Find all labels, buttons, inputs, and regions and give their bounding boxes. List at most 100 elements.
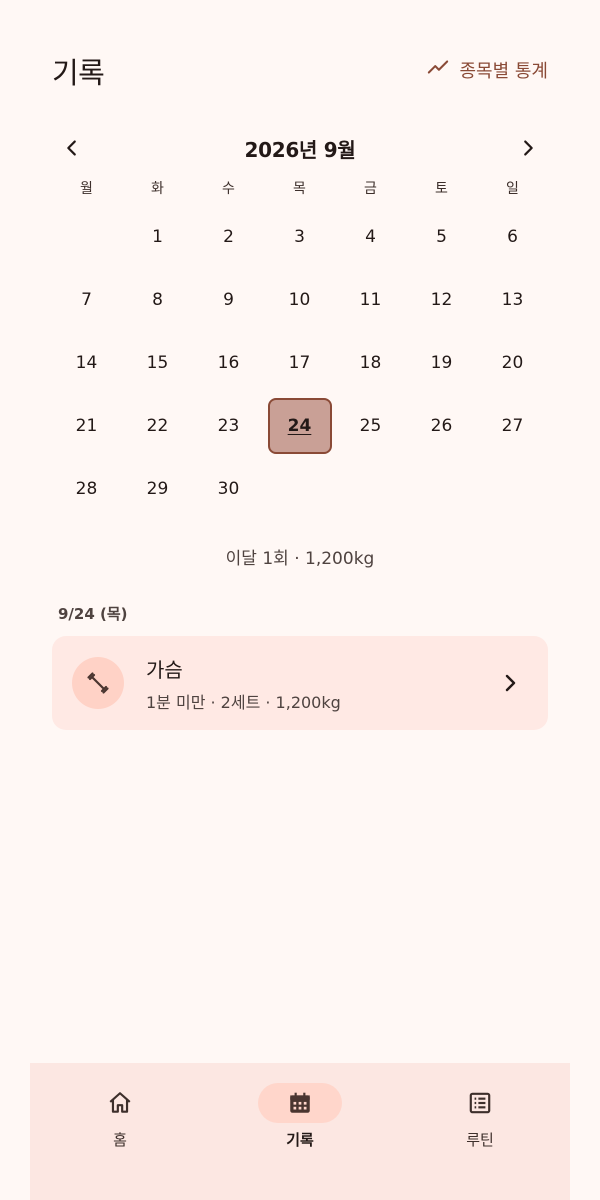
app-header: 기록 종목별 통계	[0, 0, 600, 140]
month-navigation: 2026년 9월	[52, 128, 548, 168]
stats-label: 종목별 통계	[459, 60, 548, 82]
calendar-day-number: 30	[217, 478, 240, 499]
calendar-day[interactable]: 18	[335, 331, 406, 394]
calendar-day[interactable]: 29	[122, 457, 193, 520]
weekday-label: 목	[293, 181, 306, 197]
nav-label-home: 홈	[113, 1131, 127, 1149]
calendar-day[interactable]: 6	[477, 205, 548, 268]
calendar-day[interactable]: 19	[406, 331, 477, 394]
weekday-label: 화	[151, 181, 164, 197]
next-month-button[interactable]	[508, 128, 548, 168]
workout-title: 가슴	[146, 657, 183, 682]
calendar-day-number: 13	[501, 289, 524, 310]
stats-by-exercise-button[interactable]: 종목별 통계	[427, 56, 548, 83]
weekday-label: 일	[506, 181, 519, 197]
weekday-label: 월	[80, 181, 93, 197]
calendar-day-number: 27	[501, 415, 524, 436]
dumbbell-icon	[87, 672, 109, 694]
calendar-grid: 1 2 3 4 5 6 7 8 9 10 11 12 13 14 15 16 17 18 19 20 21 22 23 24 2…	[51, 205, 548, 520]
selected-date-heading: 9/24 (목)	[58, 605, 128, 623]
nav-item-home[interactable]: 홈	[60, 1063, 180, 1200]
nav-item-routine[interactable]: 루틴	[420, 1063, 540, 1200]
calendar-day-number: 15	[146, 352, 169, 373]
calendar-day-number: 17	[288, 352, 311, 373]
calendar-day[interactable]: 13	[477, 268, 548, 331]
calendar-day-number: 26	[430, 415, 453, 436]
calendar-day[interactable]: 23	[193, 394, 264, 457]
calendar-day[interactable]: 3	[264, 205, 335, 268]
calendar-day-number: 28	[75, 478, 98, 499]
calendar-day[interactable]: 14	[51, 331, 122, 394]
calendar-day-number: 19	[430, 352, 453, 373]
page-title: 기록	[52, 56, 105, 90]
calendar-day[interactable]: 30	[193, 457, 264, 520]
calendar-day-number: 14	[75, 352, 98, 373]
calendar-day-number: 1	[152, 226, 163, 247]
calendar-day[interactable]: 9	[193, 268, 264, 331]
calendar-day-number: 23	[217, 415, 240, 436]
nav-icon-container	[438, 1083, 522, 1123]
calendar-day-number: 3	[294, 226, 305, 247]
nav-label-routine: 루틴	[466, 1131, 494, 1149]
calendar-day-number: 16	[217, 352, 240, 373]
calendar-day-number: 4	[365, 226, 376, 247]
calendar-day-number: 5	[436, 226, 447, 247]
calendar-day[interactable]: 17	[264, 331, 335, 394]
calendar-icon	[290, 1092, 310, 1113]
calendar-day[interactable]: 5	[406, 205, 477, 268]
calendar-day[interactable]: 4	[335, 205, 406, 268]
chevron-right-icon	[524, 140, 533, 156]
chevron-left-icon	[67, 140, 76, 156]
calendar-day-number: 11	[359, 289, 382, 310]
calendar-day[interactable]: 27	[477, 394, 548, 457]
calendar-day[interactable]: 22	[122, 394, 193, 457]
weekday-label: 수	[222, 181, 235, 197]
weekday-label: 토	[435, 181, 448, 197]
chevron-right-icon	[505, 674, 516, 692]
nav-label-records: 기록	[286, 1131, 314, 1149]
calendar-day[interactable]: 7	[51, 268, 122, 331]
calendar-day[interactable]: 16	[193, 331, 264, 394]
calendar-day[interactable]: 26	[406, 394, 477, 457]
calendar-day-number: 22	[146, 415, 169, 436]
calendar-day-number: 7	[81, 289, 92, 310]
calendar-day-number: 25	[359, 415, 382, 436]
trending-up-icon	[427, 56, 449, 83]
month-summary: 이달 1회 · 1,200kg	[225, 549, 375, 569]
calendar-day-number: 24	[267, 397, 332, 454]
workout-icon-badge	[72, 657, 124, 709]
workout-subtitle: 1분 미만 · 2세트 · 1,200kg	[146, 692, 341, 712]
calendar-day-selected[interactable]: 24	[264, 394, 335, 457]
calendar-day-number: 12	[430, 289, 453, 310]
calendar-day[interactable]: 21	[51, 394, 122, 457]
calendar-day[interactable]: 11	[335, 268, 406, 331]
weekday-label: 금	[364, 181, 377, 197]
calendar-day-number: 29	[146, 478, 169, 499]
nav-icon-container	[258, 1083, 342, 1123]
calendar-day-number: 18	[359, 352, 382, 373]
calendar-day[interactable]: 28	[51, 457, 122, 520]
weekday-header-row: 월화수목금토일	[51, 178, 548, 198]
calendar-day-number: 20	[501, 352, 524, 373]
calendar-day[interactable]: 20	[477, 331, 548, 394]
calendar-day[interactable]: 12	[406, 268, 477, 331]
month-label: 2026년 9월	[244, 137, 356, 162]
calendar-day[interactable]: 2	[193, 205, 264, 268]
calendar-day[interactable]: 8	[122, 268, 193, 331]
calendar-empty-cell	[51, 205, 122, 268]
nav-icon-container	[78, 1083, 162, 1123]
workout-card[interactable]: 가슴 1분 미만 · 2세트 · 1,200kg	[52, 636, 548, 730]
calendar-day-number: 6	[507, 226, 518, 247]
calendar-day-number: 2	[223, 226, 234, 247]
nav-item-records[interactable]: 기록	[240, 1063, 360, 1200]
calendar-day[interactable]: 15	[122, 331, 193, 394]
calendar-day[interactable]: 10	[264, 268, 335, 331]
list-icon	[469, 1092, 491, 1114]
previous-month-button[interactable]	[52, 128, 92, 168]
calendar-day[interactable]: 1	[122, 205, 193, 268]
calendar-day-number: 10	[288, 289, 311, 310]
bottom-navigation: 홈 기록 루틴	[30, 1063, 570, 1200]
calendar-day[interactable]: 25	[335, 394, 406, 457]
home-icon	[109, 1092, 131, 1113]
calendar-day-number: 9	[223, 289, 234, 310]
